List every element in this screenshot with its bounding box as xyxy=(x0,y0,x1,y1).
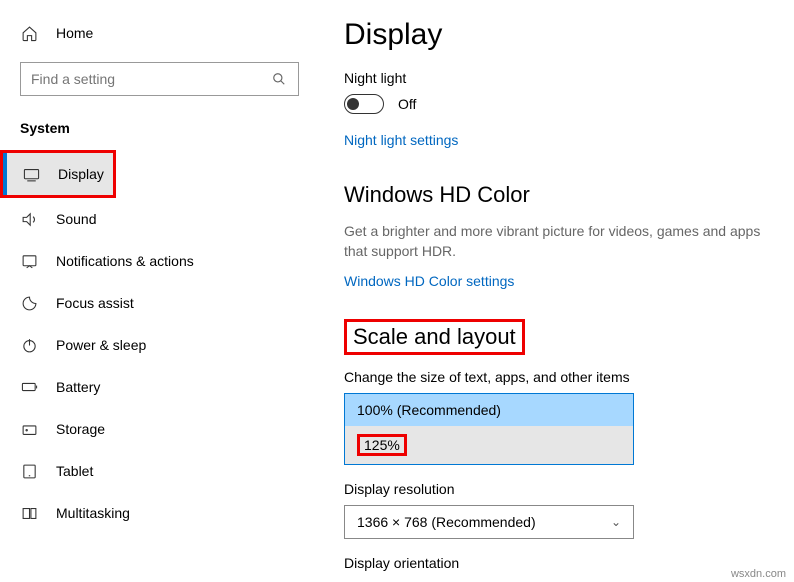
nav-label: Storage xyxy=(56,421,105,437)
nav-label: Sound xyxy=(56,211,96,227)
watermark: wsxdn.com xyxy=(731,568,786,580)
sidebar-item-sound[interactable]: Sound xyxy=(0,198,319,240)
search-input-wrap[interactable] xyxy=(20,62,299,96)
sidebar-item-multitasking[interactable]: Multitasking xyxy=(0,492,319,534)
power-icon xyxy=(20,336,38,354)
notifications-icon xyxy=(20,252,38,270)
home-icon xyxy=(20,24,38,42)
settings-sidebar: Home System Display Sound Notifications … xyxy=(0,0,320,582)
home-label: Home xyxy=(56,25,93,41)
night-light-toggle-row: Off xyxy=(344,94,774,114)
resolution-value: 1366 × 768 (Recommended) xyxy=(357,514,536,530)
main-content: Display Night light Off Night light sett… xyxy=(320,0,794,582)
nav-label: Battery xyxy=(56,379,100,395)
hdcolor-description: Get a brighter and more vibrant picture … xyxy=(344,222,774,261)
nav-label: Notifications & actions xyxy=(56,253,194,269)
orientation-label: Display orientation xyxy=(344,555,774,571)
hdcolor-settings-link[interactable]: Windows HD Color settings xyxy=(344,273,774,289)
sidebar-item-display[interactable]: Display xyxy=(3,153,113,195)
resolution-label: Display resolution xyxy=(344,481,774,497)
sound-icon xyxy=(20,210,38,228)
scale-option-125-label: 125% xyxy=(357,434,407,456)
display-icon xyxy=(23,165,40,183)
sidebar-item-storage[interactable]: Storage xyxy=(0,408,319,450)
sidebar-nav: Display Sound Notifications & actions Fo… xyxy=(0,150,319,534)
page-title: Display xyxy=(344,18,774,52)
home-nav[interactable]: Home xyxy=(0,18,319,54)
scale-option-100[interactable]: 100% (Recommended) xyxy=(345,394,633,426)
toggle-knob xyxy=(347,98,359,110)
resolution-dropdown[interactable]: 1366 × 768 (Recommended) ⌄ xyxy=(344,505,634,539)
tablet-icon xyxy=(20,462,38,480)
scale-heading: Scale and layout xyxy=(344,319,525,355)
search-icon xyxy=(270,70,288,88)
nav-label: Multitasking xyxy=(56,505,130,521)
nav-label: Tablet xyxy=(56,463,93,479)
night-light-settings-link[interactable]: Night light settings xyxy=(344,132,774,148)
nav-label: Focus assist xyxy=(56,295,134,311)
sidebar-item-notifications[interactable]: Notifications & actions xyxy=(0,240,319,282)
storage-icon xyxy=(20,420,38,438)
scale-dropdown[interactable]: 100% (Recommended) 125% xyxy=(344,393,634,465)
multitasking-icon xyxy=(20,504,38,522)
night-light-toggle[interactable] xyxy=(344,94,384,114)
sidebar-item-tablet[interactable]: Tablet xyxy=(0,450,319,492)
sidebar-item-power[interactable]: Power & sleep xyxy=(0,324,319,366)
night-light-state: Off xyxy=(398,96,416,112)
focus-icon xyxy=(20,294,38,312)
battery-icon xyxy=(20,378,38,396)
nav-label: Display xyxy=(58,166,104,182)
scale-dropdown-label: Change the size of text, apps, and other… xyxy=(344,369,774,385)
scale-option-125[interactable]: 125% xyxy=(345,426,633,464)
nav-label: Power & sleep xyxy=(56,337,146,353)
chevron-down-icon: ⌄ xyxy=(611,515,621,529)
search-input[interactable] xyxy=(31,71,262,87)
night-light-label: Night light xyxy=(344,70,774,86)
hdcolor-heading: Windows HD Color xyxy=(344,182,774,208)
sidebar-item-focus-assist[interactable]: Focus assist xyxy=(0,282,319,324)
sidebar-section: System xyxy=(0,110,319,150)
sidebar-item-battery[interactable]: Battery xyxy=(0,366,319,408)
